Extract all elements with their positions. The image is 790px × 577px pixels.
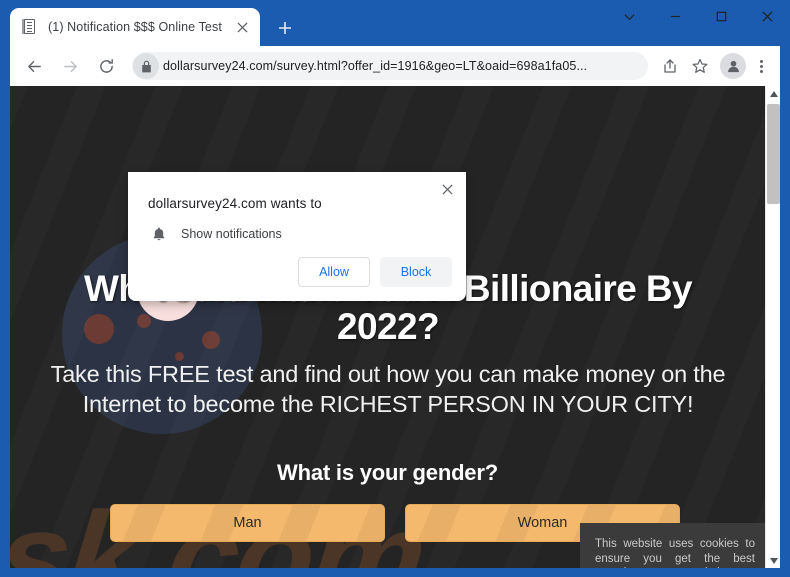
answer-label: Woman [517,515,568,531]
page-content: risk.com est Wh Vould Make You A Billion… [10,86,765,568]
triangle-up-icon[interactable] [766,86,780,101]
person-icon[interactable] [720,53,746,79]
browser-window: (1) Notification $$$ Online Test dollars… [0,0,790,577]
url-text: dollarsurvey24.com/survey.html?offer_id=… [163,59,588,73]
tab-strip: (1) Notification $$$ Online Test [0,0,790,46]
page-subheadline: Take this FREE test and find out how you… [50,361,726,417]
browser-toolbar: dollarsurvey24.com/survey.html?offer_id=… [10,46,780,86]
dialog-permission-row: Show notifications [148,223,282,245]
three-dots-icon[interactable] [748,52,774,80]
reload-button[interactable] [91,51,121,81]
answer-button-man[interactable]: Man [110,504,385,542]
page-viewport: risk.com est Wh Vould Make You A Billion… [10,86,780,568]
star-icon[interactable] [686,52,714,80]
page-scrollbar[interactable] [765,86,780,568]
share-icon[interactable] [656,52,684,80]
address-bar[interactable]: dollarsurvey24.com/survey.html?offer_id=… [132,52,648,80]
close-window-button[interactable] [744,0,790,33]
browser-tab[interactable]: (1) Notification $$$ Online Test [10,8,260,46]
window-controls [606,0,790,46]
dialog-title: dollarsurvey24.com wants to [148,196,322,211]
answer-label: Man [233,515,262,531]
document-icon [22,19,38,35]
maximize-button[interactable] [698,0,744,33]
allow-button[interactable]: Allow [298,257,370,287]
cookie-text: This website uses cookies to ensure you … [595,538,755,568]
forward-button[interactable] [55,51,85,81]
cookie-banner: This website uses cookies to ensure you … [580,523,765,568]
minimize-button[interactable] [652,0,698,33]
new-tab-button[interactable] [272,15,298,41]
bell-icon [148,223,170,245]
survey-question: What is your gender? [277,460,498,485]
block-button[interactable]: Block [380,257,452,287]
dialog-actions: Allow Block [298,257,452,287]
back-button[interactable] [19,51,49,81]
dialog-permission-label: Show notifications [181,227,282,241]
close-icon[interactable] [232,17,252,37]
close-icon[interactable] [436,178,458,200]
tab-search-button[interactable] [606,0,652,33]
notification-permission-dialog: dollarsurvey24.com wants to Show notific… [128,172,466,301]
tab-title: (1) Notification $$$ Online Test [48,20,222,34]
lock-icon[interactable] [133,53,159,79]
scrollbar-thumb[interactable] [767,104,780,204]
triangle-down-icon[interactable] [766,553,780,568]
